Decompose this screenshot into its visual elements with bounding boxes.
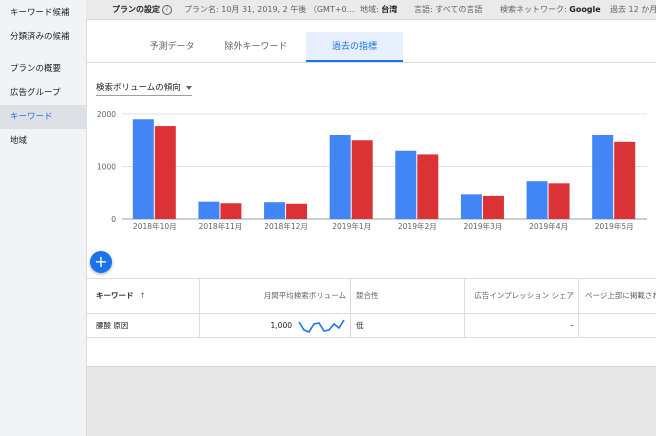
keyword-cell: 腰酸 原因: [87, 314, 200, 337]
bar: [592, 135, 614, 219]
sidebar-item-locations[interactable]: 地域: [0, 129, 86, 153]
sidebar-item-grouped-ideas[interactable]: 分類済みの候補: [0, 25, 86, 49]
competition-cell: 低: [351, 314, 465, 337]
header-top-of-page[interactable]: ページ上部に掲載され: [579, 279, 656, 313]
top-of-page-cell: [579, 314, 656, 337]
bar: [548, 183, 570, 219]
header-impression-share[interactable]: 広告インプレッション シェア: [465, 279, 579, 313]
x-tick-label: 2019年1月: [332, 221, 371, 231]
bar: [395, 150, 417, 219]
trend-sparkline-icon: [298, 319, 345, 333]
main-panel: 予測データ 除外キーワード 過去の指標 検索ボリュームの傾向 0 1000 2000…: [87, 20, 656, 366]
bar: [460, 194, 482, 219]
bar: [220, 203, 242, 219]
y-tick-label: 2000: [97, 110, 116, 119]
page-background: [87, 366, 656, 436]
sidebar-item-plan-overview[interactable]: プランの概要: [0, 57, 86, 81]
bar: [351, 140, 373, 219]
bar: [264, 202, 286, 219]
x-tick-label: 2018年10月: [133, 221, 177, 231]
bar: [198, 201, 220, 219]
bar: [417, 154, 439, 219]
sidebar-item-ad-groups[interactable]: 広告グループ: [0, 81, 86, 105]
x-tick-label: 2018年11月: [199, 221, 243, 231]
x-tick-label: 2019年2月: [398, 221, 437, 231]
y-tick-label: 1000: [97, 163, 116, 172]
bar: [614, 141, 636, 219]
plan-name[interactable]: プラン名: 10月 31, 2019, 2 午後 （GMT+0...: [184, 0, 354, 19]
metric-dropdown-label: 検索ボリュームの傾向: [96, 83, 181, 93]
plan-settings-bar: プランの設定 i プラン名: 10月 31, 2019, 2 午後 （GMT+0.…: [86, 0, 656, 20]
caret-down-icon: [185, 85, 192, 90]
sort-arrow-icon[interactable]: ↑: [140, 291, 146, 300]
header-competition[interactable]: 競合性: [351, 279, 465, 313]
bar: [329, 135, 351, 219]
keyword-table: キーワード ↑ 月間平均検索ボリューム 競合性 広告インプレッション シェア ペー…: [87, 278, 656, 338]
header-keyword[interactable]: キーワード ↑: [87, 279, 200, 313]
bar: [286, 203, 308, 219]
sidebar-item-keyword-ideas[interactable]: キーワード候補: [0, 1, 86, 25]
y-tick-label: 0: [111, 215, 116, 224]
add-button[interactable]: +: [90, 251, 112, 273]
bar: [154, 126, 176, 219]
x-tick-label: 2018年12月: [264, 221, 308, 231]
language-setting[interactable]: 言語: すべての言語: [414, 0, 482, 19]
region-setting[interactable]: 地域: 台湾: [360, 0, 397, 19]
plan-settings[interactable]: プランの設定 i: [112, 0, 172, 19]
volume-cell: 1,000: [200, 314, 351, 337]
metric-dropdown[interactable]: 検索ボリュームの傾向: [96, 81, 192, 96]
tab-bar: 予測データ 除外キーワード 過去の指標: [87, 32, 656, 63]
table-row[interactable]: 腰酸 原因 1,000 低 –: [87, 314, 656, 338]
bar: [526, 181, 548, 219]
sidebar-item-keywords[interactable]: キーワード: [0, 105, 86, 129]
network-setting[interactable]: 検索ネットワーク: Google: [500, 0, 601, 19]
bar: [482, 195, 504, 219]
tab-historical-metrics[interactable]: 過去の指標: [306, 32, 403, 62]
date-range-setting[interactable]: 過去 12 か月: [610, 0, 656, 19]
impression-share-cell: –: [465, 314, 579, 337]
header-monthly-volume[interactable]: 月間平均検索ボリューム: [200, 279, 351, 313]
bar: [132, 119, 154, 219]
table-header: キーワード ↑ 月間平均検索ボリューム 競合性 広告インプレッション シェア ペー…: [87, 279, 656, 314]
tab-negative-keywords[interactable]: 除外キーワード: [211, 32, 301, 62]
x-tick-label: 2019年5月: [595, 221, 634, 231]
info-icon[interactable]: i: [162, 4, 172, 15]
x-tick-label: 2019年3月: [464, 221, 503, 231]
tab-forecast[interactable]: 予測データ: [127, 32, 217, 62]
search-volume-chart: 0 1000 2000 2018年10月 2018年11月 2018年12月 2019年1月…: [97, 110, 647, 231]
x-tick-label: 2019年4月: [529, 221, 568, 231]
sidebar: キーワード候補 分類済みの候補 プランの概要 広告グループ キーワード 地域: [0, 0, 87, 436]
